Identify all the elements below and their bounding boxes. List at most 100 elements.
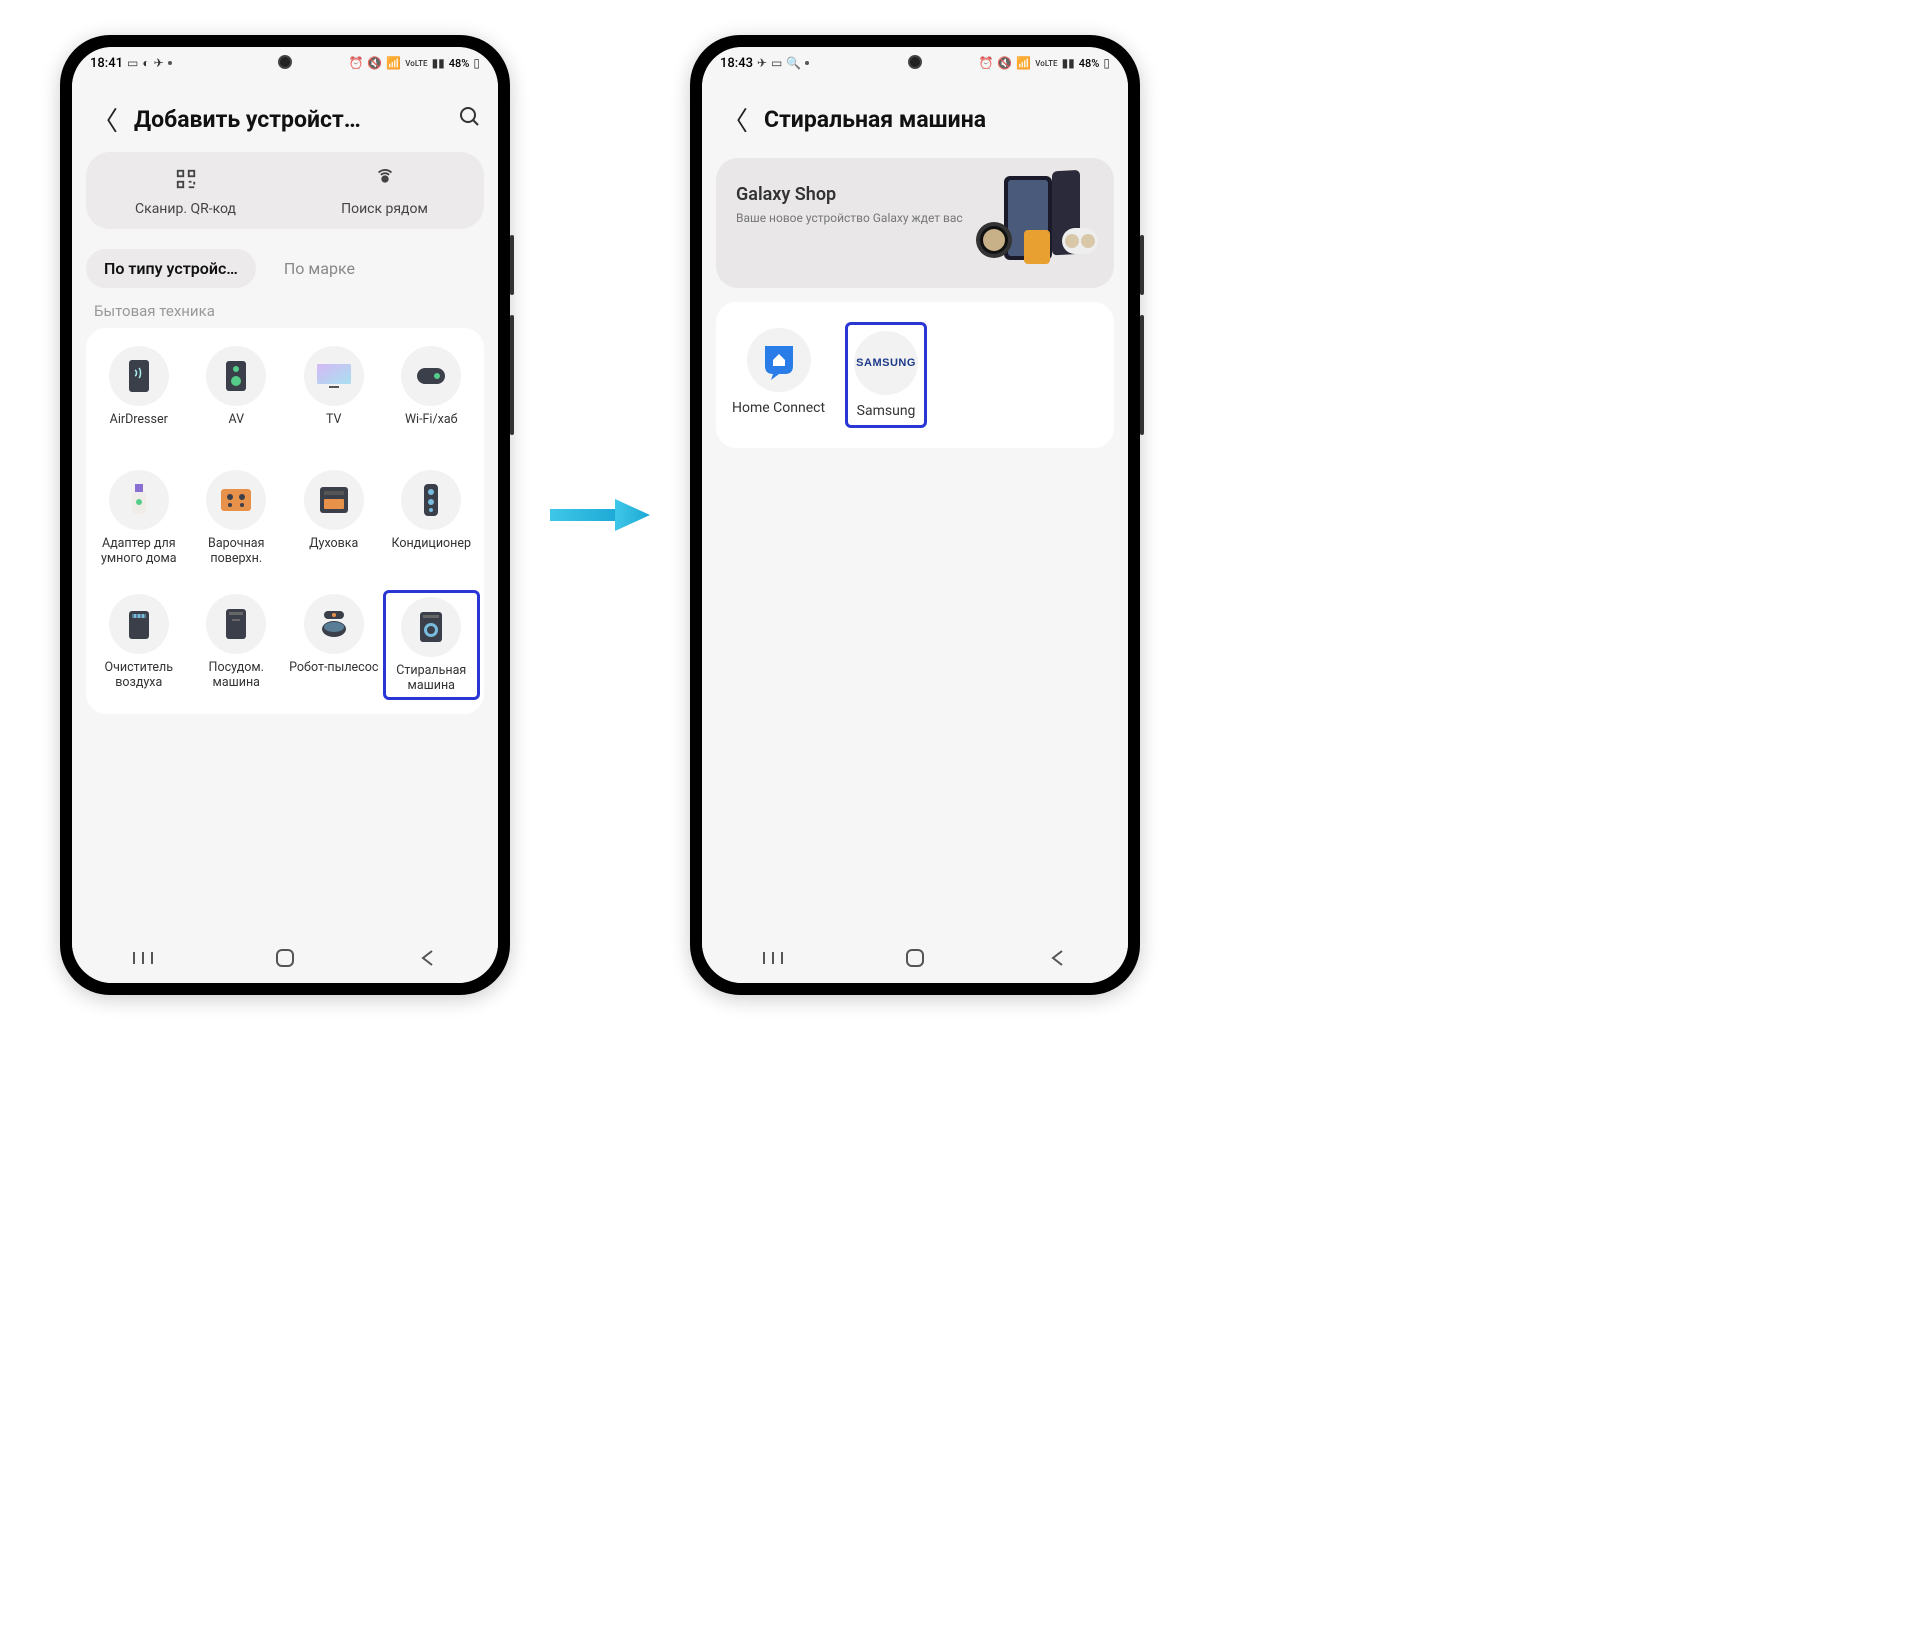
banner-devices-image <box>964 170 1104 270</box>
device-label: Стиральная машина <box>388 663 476 693</box>
brand-label: Samsung <box>857 403 916 419</box>
search-nearby-button[interactable]: Поиск рядом <box>285 152 484 229</box>
device-av[interactable]: AV <box>188 342 286 446</box>
device-oven[interactable]: Духовка <box>285 466 383 570</box>
phone-right: 18:43 ✈ ▭ 🔍 ⏰ 🔇 📶 VoLTE ▮▮ 48% ▯ 〈 Стира… <box>690 35 1140 995</box>
nav-recents[interactable] <box>758 950 788 966</box>
device-label: Посудом. машина <box>190 660 284 690</box>
device-label: AirDresser <box>110 412 168 442</box>
usb-icon <box>129 482 149 518</box>
signal-icon: ▮▮ <box>432 56 445 70</box>
page-title: Стиральная машина <box>764 106 1112 133</box>
top-actions: Сканир. QR-код Поиск рядом <box>86 152 484 229</box>
notification-icon: ▭ <box>771 56 782 70</box>
brand-row: Home Connect SAMSUNG Samsung <box>716 302 1114 448</box>
nav-home[interactable] <box>270 948 300 968</box>
device-ac[interactable]: Кондиционер <box>383 466 481 570</box>
airdresser-icon <box>125 358 153 394</box>
device-dishwasher[interactable]: Посудом. машина <box>188 590 286 700</box>
phone-left: 18:41 ▭ ◐ ✈ ⏰ 🔇 📶 VoLTE ▮▮ 48% ▯ 〈 Добав… <box>60 35 510 995</box>
back-button[interactable]: 〈 <box>718 101 752 138</box>
device-label: Wi-Fi/хаб <box>405 412 458 442</box>
device-wifi-hub[interactable]: Wi-Fi/хаб <box>383 342 481 446</box>
side-button <box>510 315 514 435</box>
qr-icon <box>175 168 197 195</box>
lte-icon: VoLTE <box>1035 59 1057 68</box>
tv-icon <box>315 362 353 390</box>
galaxy-shop-banner[interactable]: Galaxy Shop Ваше новое устройство Galaxy… <box>716 158 1114 288</box>
battery-icon: ▯ <box>1103 56 1110 70</box>
navigation-bar <box>72 933 498 983</box>
washer-icon <box>417 610 445 644</box>
tab-by-device-type[interactable]: По типу устройс… <box>86 249 256 288</box>
search-button[interactable] <box>458 105 482 135</box>
search-notif-icon: 🔍 <box>786 56 801 70</box>
nav-back[interactable] <box>1042 949 1072 967</box>
radar-icon <box>374 168 396 195</box>
device-label: Очиститель воздуха <box>92 660 186 690</box>
more-icon <box>168 61 172 65</box>
tabs: По типу устройс… По марке <box>72 243 498 298</box>
battery-icon: ▯ <box>473 56 480 70</box>
device-airdresser[interactable]: AirDresser <box>90 342 188 446</box>
tab-by-brand[interactable]: По марке <box>266 249 373 288</box>
nav-home[interactable] <box>900 948 930 968</box>
header: 〈 Добавить устройст… <box>72 79 498 152</box>
purifier-icon <box>125 607 153 641</box>
device-label: Кондиционер <box>391 536 471 566</box>
nav-recents[interactable] <box>128 950 158 966</box>
device-air-purifier[interactable]: Очиститель воздуха <box>90 590 188 700</box>
wifi-icon: 📶 <box>386 56 401 70</box>
scan-qr-label: Сканир. QR-код <box>135 201 236 217</box>
telegram-icon: ✈ <box>154 56 164 70</box>
device-label: Духовка <box>309 536 358 566</box>
device-label: Робот-пылесос <box>289 660 378 690</box>
device-label: TV <box>326 412 342 442</box>
device-cooktop[interactable]: Варочная поверхн. <box>188 466 286 570</box>
brand-samsung[interactable]: SAMSUNG Samsung <box>845 322 927 428</box>
home-connect-icon <box>747 328 811 392</box>
mute-icon: 🔇 <box>997 56 1012 70</box>
oven-icon <box>318 485 350 515</box>
device-washing-machine[interactable]: Стиральная машина <box>383 590 481 700</box>
battery-pct: 48% <box>1079 57 1100 70</box>
device-robot-vacuum[interactable]: Робот-пылесос <box>285 590 383 700</box>
device-smart-adapter[interactable]: Адаптер для умного дома <box>90 466 188 570</box>
flow-arrow-icon <box>550 495 650 535</box>
device-label: Варочная поверхн. <box>190 536 284 566</box>
signal-icon: ▮▮ <box>1062 56 1075 70</box>
lte-icon: VoLTE <box>405 59 427 68</box>
side-button <box>1140 235 1144 295</box>
robot-icon <box>318 609 350 639</box>
mute-icon: 🔇 <box>367 56 382 70</box>
device-tv[interactable]: TV <box>285 342 383 446</box>
battery-pct: 48% <box>449 57 470 70</box>
more-icon <box>805 61 809 65</box>
back-button[interactable]: 〈 <box>88 101 122 138</box>
cloud-icon: ◐ <box>142 56 149 70</box>
header: 〈 Стиральная машина <box>702 79 1128 152</box>
samsung-icon: SAMSUNG <box>854 331 918 395</box>
speaker-icon <box>224 359 248 393</box>
navigation-bar <box>702 933 1128 983</box>
alarm-icon: ⏰ <box>978 56 993 70</box>
camera-notch <box>908 55 922 69</box>
camera-notch <box>278 55 292 69</box>
side-button <box>1140 315 1144 435</box>
device-grid: AirDresser AV TV Wi-Fi/хаб Адаптер для у… <box>86 328 484 714</box>
wifi-icon: 📶 <box>1016 56 1031 70</box>
search-nearby-label: Поиск рядом <box>341 201 428 217</box>
brand-home-connect[interactable]: Home Connect <box>726 322 831 428</box>
hub-icon <box>415 364 447 388</box>
ac-icon <box>422 482 440 518</box>
device-label: Адаптер для умного дома <box>92 536 186 566</box>
section-label: Бытовая техника <box>72 298 498 328</box>
telegram-icon: ✈ <box>757 56 767 70</box>
nav-back[interactable] <box>412 949 442 967</box>
brand-label: Home Connect <box>732 400 825 416</box>
device-label: AV <box>228 412 244 442</box>
status-time: 18:41 <box>90 56 123 71</box>
scan-qr-button[interactable]: Сканир. QR-код <box>86 152 285 229</box>
page-title: Добавить устройст… <box>134 106 446 133</box>
notification-icon: ▭ <box>127 56 138 70</box>
